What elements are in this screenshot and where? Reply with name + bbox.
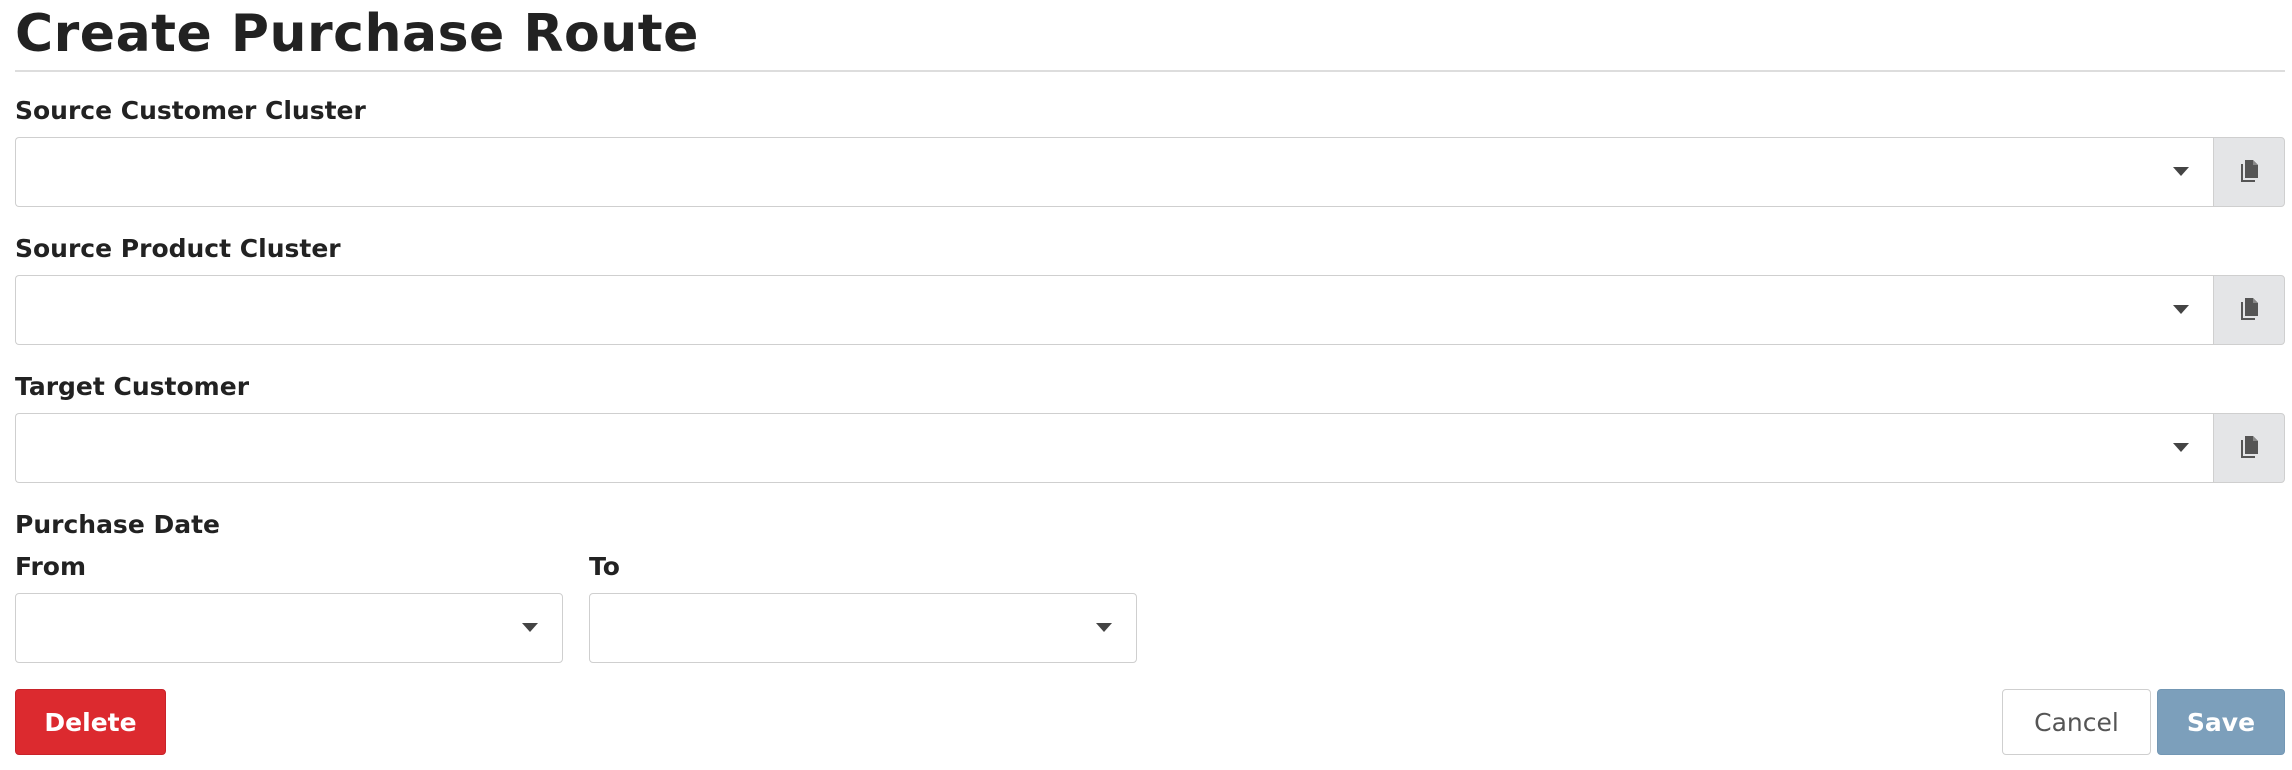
source-customer-cluster-label: Source Customer Cluster xyxy=(15,96,366,125)
source-customer-cluster-select[interactable] xyxy=(15,137,2213,207)
purchase-date-label: Purchase Date xyxy=(15,510,221,539)
purchase-date-field: Purchase Date From To xyxy=(15,510,2285,663)
purchase-date-from-label: From xyxy=(15,552,87,581)
purchase-date-to-label: To xyxy=(589,552,620,581)
source-customer-cluster-field: Source Customer Cluster xyxy=(15,96,2285,207)
source-product-cluster-select[interactable] xyxy=(15,275,2213,345)
chevron-down-icon xyxy=(2173,305,2189,314)
chevron-down-icon xyxy=(2173,443,2189,452)
chevron-down-icon xyxy=(522,623,538,632)
cancel-button[interactable]: Cancel xyxy=(2002,689,2151,755)
page-title: Create Purchase Route xyxy=(15,4,699,64)
purchase-date-from-select[interactable] xyxy=(15,593,563,663)
title-divider xyxy=(15,70,2285,72)
target-customer-select[interactable] xyxy=(15,413,2213,483)
copy-icon xyxy=(2241,298,2258,320)
target-customer-copy-button[interactable] xyxy=(2213,413,2285,483)
source-product-cluster-field: Source Product Cluster xyxy=(15,234,2285,345)
purchase-date-to-select[interactable] xyxy=(589,593,1137,663)
copy-icon xyxy=(2241,436,2258,458)
source-customer-cluster-combo xyxy=(15,137,2285,207)
save-button[interactable]: Save xyxy=(2157,689,2285,755)
target-customer-label: Target Customer xyxy=(15,372,250,401)
source-customer-cluster-copy-button[interactable] xyxy=(2213,137,2285,207)
chevron-down-icon xyxy=(1096,623,1112,632)
copy-icon xyxy=(2241,160,2258,182)
source-product-cluster-combo xyxy=(15,275,2285,345)
delete-button[interactable]: Delete xyxy=(15,689,166,755)
target-customer-combo xyxy=(15,413,2285,483)
source-product-cluster-copy-button[interactable] xyxy=(2213,275,2285,345)
source-product-cluster-label: Source Product Cluster xyxy=(15,234,341,263)
target-customer-field: Target Customer xyxy=(15,372,2285,483)
create-purchase-route-form: Create Purchase Route Source Customer Cl… xyxy=(15,0,2285,755)
chevron-down-icon xyxy=(2173,167,2189,176)
